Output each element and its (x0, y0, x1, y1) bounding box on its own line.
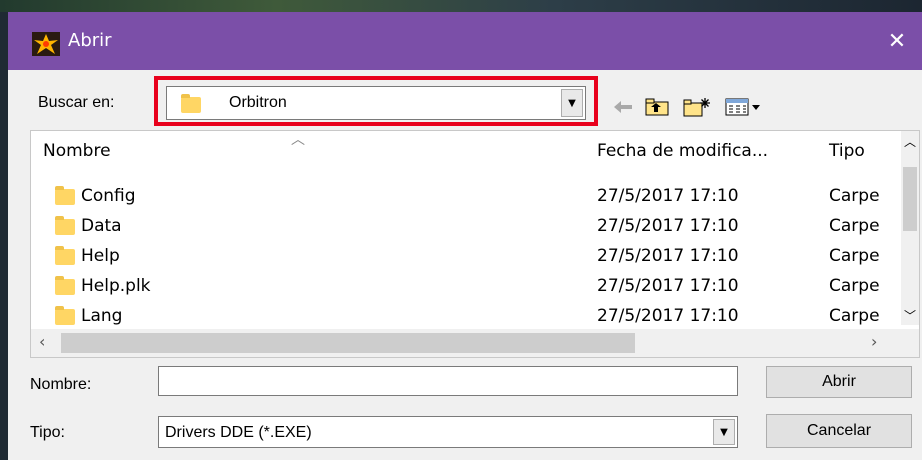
column-date-label: Fecha de modifica... (597, 141, 769, 161)
vertical-scroll-thumb[interactable] (903, 167, 917, 231)
list-item[interactable]: Data 27/5/2017 17:10 Carpe (31, 211, 901, 241)
filetype-dropdown[interactable]: Drivers DDE (*.EXE) ▼ (158, 416, 738, 448)
file-type: Carpe (829, 276, 880, 296)
column-header-date[interactable]: Fecha de modifica... (589, 131, 821, 171)
folder-icon (55, 186, 75, 205)
open-file-dialog: Abrir ✕ Buscar en: Orbitron ▼ Nombre ︿ F… (8, 12, 922, 460)
file-type: Carpe (829, 246, 880, 266)
title-bar[interactable]: Abrir ✕ (8, 12, 922, 70)
view-menu-icon[interactable] (724, 96, 764, 118)
highlight-box (154, 76, 598, 126)
chevron-right-icon[interactable]: › (871, 332, 877, 351)
folder-icon (55, 306, 75, 325)
file-list[interactable]: Nombre ︿ Fecha de modifica... Tipo Confi… (30, 130, 920, 358)
chevron-up-icon[interactable]: ︿ (904, 133, 916, 150)
list-item[interactable]: Help 27/5/2017 17:10 Carpe (31, 241, 901, 271)
list-item[interactable]: Help.plk 27/5/2017 17:10 Carpe (31, 271, 901, 301)
file-name: Lang (81, 306, 123, 326)
file-date: 27/5/2017 17:10 (597, 186, 739, 206)
vertical-scrollbar[interactable]: ︿ ﹀ (901, 131, 919, 325)
desktop-background (0, 0, 922, 12)
file-name: Config (81, 186, 136, 206)
horizontal-scroll-thumb[interactable] (61, 333, 635, 353)
new-folder-icon[interactable] (682, 96, 712, 118)
file-date: 27/5/2017 17:10 (597, 246, 739, 266)
close-icon[interactable]: ✕ (872, 12, 922, 70)
file-name: Help.plk (81, 276, 151, 296)
folder-icon (55, 276, 75, 295)
back-arrow-icon[interactable] (612, 96, 634, 118)
file-date: 27/5/2017 17:10 (597, 216, 739, 236)
column-header-type[interactable]: Tipo (821, 131, 899, 171)
open-button[interactable]: Abrir (766, 366, 912, 398)
chevron-down-icon[interactable]: ▼ (713, 419, 735, 445)
app-icon (32, 32, 60, 56)
list-item[interactable]: Lang 27/5/2017 17:10 Carpe (31, 301, 901, 331)
list-item[interactable]: Config 27/5/2017 17:10 Carpe (31, 181, 901, 211)
folder-icon (55, 246, 75, 265)
file-date: 27/5/2017 17:10 (597, 276, 739, 296)
filetype-label: Tipo: (30, 424, 65, 441)
column-type-label: Tipo (829, 141, 865, 161)
file-type: Carpe (829, 306, 880, 326)
folder-icon (55, 216, 75, 235)
chevron-down-icon[interactable]: ﹀ (904, 307, 916, 324)
filetype-value: Drivers DDE (*.EXE) (165, 424, 312, 441)
look-in-label: Buscar en: (38, 94, 115, 111)
window-title: Abrir (68, 30, 112, 51)
file-type: Carpe (829, 186, 880, 206)
column-header-name[interactable]: Nombre ︿ (31, 131, 601, 171)
chevron-left-icon[interactable]: ‹ (39, 332, 45, 351)
sort-up-icon: ︿ (291, 132, 305, 148)
file-date: 27/5/2017 17:10 (597, 306, 739, 326)
up-folder-icon[interactable] (644, 96, 670, 118)
file-type: Carpe (829, 216, 880, 236)
horizontal-scrollbar[interactable]: ‹ › (31, 329, 919, 357)
cancel-button[interactable]: Cancelar (766, 414, 912, 448)
filename-input[interactable] (158, 366, 738, 396)
filename-label: Nombre: (30, 376, 92, 393)
file-name: Data (81, 216, 122, 236)
file-name: Help (81, 246, 120, 266)
column-name-label: Nombre (43, 141, 111, 161)
